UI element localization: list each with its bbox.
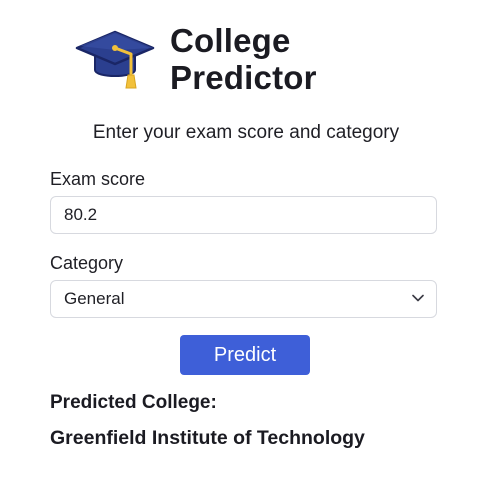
category-selected-value: General: [64, 289, 125, 308]
predicted-college-value: Greenfield Institute of Technology: [50, 427, 365, 449]
page-subtitle: Enter your exam score and category: [92, 122, 400, 143]
page-title: College Predictor: [170, 22, 317, 96]
chevron-down-icon: [412, 294, 424, 302]
category-select[interactable]: General: [50, 280, 437, 318]
category-label: Category: [50, 253, 124, 273]
exam-score-label: Exam score: [50, 169, 146, 189]
predict-button[interactable]: Predict: [180, 335, 310, 375]
graduation-cap-icon: [75, 30, 155, 89]
predicted-college-label: Predicted College:: [50, 392, 217, 413]
exam-score-input[interactable]: [50, 196, 437, 234]
app-header: College Predictor: [74, 22, 374, 102]
